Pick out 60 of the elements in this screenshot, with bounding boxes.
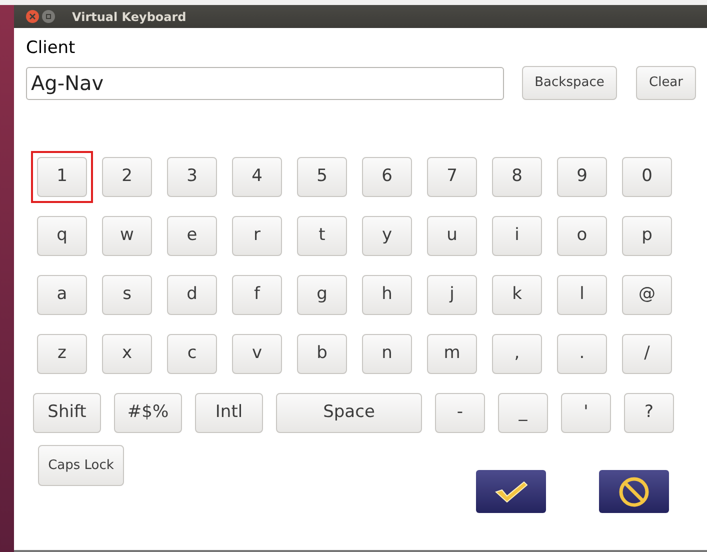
key-button[interactable]: , [492,334,542,374]
key-button[interactable]: #$% [114,393,182,433]
window-title: Virtual Keyboard [72,8,186,26]
confirm-button[interactable] [476,470,546,513]
backspace-button[interactable]: Backspace [522,66,617,100]
key-button[interactable]: 0 [622,157,672,197]
key-button[interactable]: 5 [297,157,347,197]
maximize-icon[interactable] [42,10,55,23]
key-button[interactable]: ? [624,393,674,433]
key-button[interactable]: f [232,275,282,315]
key-button[interactable]: b [297,334,347,374]
prohibited-icon [618,476,650,508]
key-button[interactable]: Intl [195,393,263,433]
key-button[interactable]: p [622,216,672,256]
key-button[interactable]: _ [498,393,548,433]
checkmark-icon [494,480,528,504]
key-button[interactable]: @ [622,275,672,315]
key-button[interactable]: 6 [362,157,412,197]
key-button[interactable]: h [362,275,412,315]
key-button[interactable]: a [37,275,87,315]
key-button[interactable]: y [362,216,412,256]
key-button[interactable]: q [37,216,87,256]
key-button[interactable]: m [427,334,477,374]
key-button[interactable]: 8 [492,157,542,197]
key-button[interactable]: 7 [427,157,477,197]
key-button[interactable]: o [557,216,607,256]
caps-lock-button[interactable]: Caps Lock [38,445,124,486]
input-field[interactable]: Ag-Nav [26,66,504,100]
key-button[interactable]: d [167,275,217,315]
key-button[interactable]: g [297,275,347,315]
field-label: Client [26,37,76,60]
key-button[interactable]: 1 [37,157,87,197]
key-button[interactable]: i [492,216,542,256]
key-button[interactable]: k [492,275,542,315]
key-button[interactable]: 9 [557,157,607,197]
key-button[interactable]: . [557,334,607,374]
key-button[interactable]: ' [561,393,611,433]
key-button[interactable]: r [232,216,282,256]
clear-button[interactable]: Clear [636,66,696,100]
key-button[interactable]: j [427,275,477,315]
key-button[interactable]: 3 [167,157,217,197]
key-button[interactable]: - [435,393,485,433]
key-button[interactable]: / [622,334,672,374]
key-button[interactable]: e [167,216,217,256]
key-button[interactable]: 4 [232,157,282,197]
key-button[interactable]: c [167,334,217,374]
close-icon[interactable] [26,10,39,23]
key-button[interactable]: t [297,216,347,256]
key-button[interactable]: n [362,334,412,374]
key-button[interactable]: Shift [33,393,101,433]
cancel-button[interactable] [599,470,669,513]
key-button[interactable]: v [232,334,282,374]
key-button[interactable]: s [102,275,152,315]
key-button[interactable]: w [102,216,152,256]
key-button[interactable]: 2 [102,157,152,197]
key-button[interactable]: z [37,334,87,374]
key-button[interactable]: l [557,275,607,315]
key-button[interactable]: x [102,334,152,374]
key-button[interactable]: Space [276,393,422,433]
key-button[interactable]: u [427,216,477,256]
